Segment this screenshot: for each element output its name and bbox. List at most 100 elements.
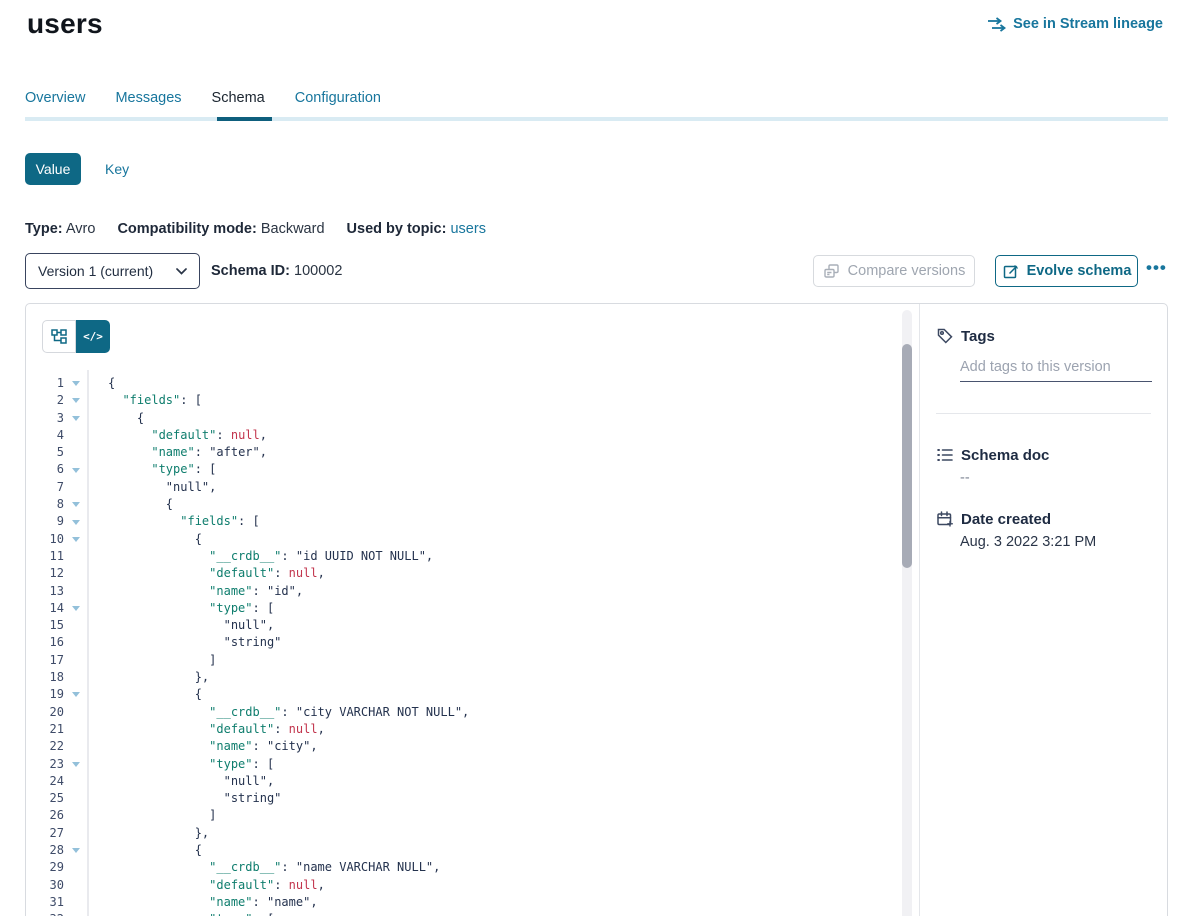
line-number: 32 (26, 911, 64, 916)
schema-doc-title: Schema doc (961, 447, 1049, 464)
key-toggle-button[interactable]: Key (105, 161, 129, 177)
used-by-topic-label: Used by topic: (347, 221, 447, 237)
stream-lineage-link[interactable]: See in Stream lineage (987, 16, 1163, 32)
list-icon (936, 446, 954, 464)
line-number: 25 (26, 790, 64, 807)
fold-toggle-icon[interactable] (72, 848, 80, 853)
line-number: 4 (26, 427, 64, 444)
line-number: 15 (26, 617, 64, 634)
code-text: }, (87, 825, 209, 842)
schema-doc-value: -- (960, 470, 1151, 486)
code-view-button[interactable]: </> (76, 320, 110, 353)
schema-panel: </> 1 {2 "fields": [ 3 {4 "default": null,… (25, 303, 1168, 916)
fold-toggle-icon[interactable] (72, 537, 80, 542)
line-number: 10 (26, 531, 64, 548)
schema-doc-section-header: Schema doc (936, 446, 1151, 464)
fold-toggle-icon[interactable] (72, 398, 80, 403)
schema-id-label: Schema ID: (211, 263, 290, 279)
line-number: 14 (26, 600, 64, 617)
code-view-icon: </> (83, 330, 103, 343)
tab-messages[interactable]: Messages (115, 90, 181, 118)
code-text: "__crdb__": "id UUID NOT NULL", (87, 548, 433, 565)
fold-toggle-icon[interactable] (72, 606, 80, 611)
code-text: "type": [ (87, 600, 274, 617)
line-number: 22 (26, 738, 64, 755)
code-text: { (87, 375, 115, 392)
line-number: 1 (26, 375, 64, 392)
line-number: 11 (26, 548, 64, 565)
code-text: ] (87, 807, 216, 824)
value-toggle-button[interactable]: Value (25, 153, 81, 185)
tab-underline (25, 117, 1168, 121)
evolve-schema-icon (1002, 263, 1019, 280)
code-scrollbar-thumb[interactable] (902, 344, 912, 568)
schema-meta: Type: Avro Compatibility mode: Backward … (25, 221, 504, 237)
code-text: "default": null, (87, 721, 325, 738)
date-created-title: Date created (961, 511, 1051, 528)
fold-toggle-icon[interactable] (72, 381, 80, 386)
line-number: 30 (26, 877, 64, 894)
line-number: 9 (26, 513, 64, 530)
add-tags-input[interactable] (960, 359, 1152, 382)
calendar-plus-icon (936, 510, 954, 528)
tab-bar: Overview Messages Schema Configuration (25, 90, 381, 118)
fold-toggle-icon[interactable] (72, 502, 80, 507)
fold-toggle-icon[interactable] (72, 762, 80, 767)
line-number: 24 (26, 773, 64, 790)
code-text: { (87, 842, 202, 859)
tags-section-header: Tags (936, 327, 1151, 345)
line-number: 29 (26, 859, 64, 876)
line-number: 17 (26, 652, 64, 669)
line-number: 7 (26, 479, 64, 496)
line-number: 16 (26, 634, 64, 651)
line-number: 5 (26, 444, 64, 461)
topic-link[interactable]: users (450, 221, 485, 237)
line-number: 12 (26, 565, 64, 582)
sidebar-divider (936, 413, 1151, 414)
more-options-button[interactable]: ••• (1146, 255, 1167, 281)
line-number: 3 (26, 410, 64, 427)
line-number: 13 (26, 583, 64, 600)
line-number: 18 (26, 669, 64, 686)
code-text: }, (87, 669, 209, 686)
code-text: "default": null, (87, 427, 267, 444)
fold-toggle-icon[interactable] (72, 468, 80, 473)
code-text: "name": "city", (87, 738, 318, 755)
compare-versions-button[interactable]: Compare versions (813, 255, 975, 287)
line-number: 26 (26, 807, 64, 824)
code-text: "null", (87, 479, 216, 496)
code-text: "string" (87, 790, 281, 807)
date-created-value: Aug. 3 2022 3:21 PM (960, 534, 1151, 550)
stream-lineage-icon (987, 17, 1006, 32)
line-number: 19 (26, 686, 64, 703)
code-text: "__crdb__": "name VARCHAR NULL", (87, 859, 440, 876)
chevron-down-icon (176, 268, 187, 275)
code-scrollbar-track[interactable] (902, 310, 912, 916)
active-tab-indicator (217, 117, 272, 121)
tree-view-icon (51, 329, 67, 344)
tab-configuration[interactable]: Configuration (295, 90, 381, 118)
code-text: "fields": [ (87, 513, 260, 530)
evolve-schema-button[interactable]: Evolve schema (995, 255, 1138, 287)
tree-view-button[interactable] (42, 320, 76, 353)
tab-overview[interactable]: Overview (25, 90, 85, 118)
fold-toggle-icon[interactable] (72, 692, 80, 697)
code-text: { (87, 686, 202, 703)
schema-part-toggle: Value Key (25, 153, 129, 185)
code-text: "name": "name", (87, 894, 318, 911)
version-select[interactable]: Version 1 (current) (25, 253, 200, 289)
compare-versions-icon (823, 263, 840, 279)
compatibility-value: Backward (261, 221, 325, 237)
tab-schema[interactable]: Schema (212, 90, 265, 118)
fold-toggle-icon[interactable] (72, 520, 80, 525)
code-text: "fields": [ (87, 392, 202, 409)
fold-toggle-icon[interactable] (72, 416, 80, 421)
line-number: 21 (26, 721, 64, 738)
code-text: { (87, 531, 202, 548)
code-text: "name": "id", (87, 583, 303, 600)
line-number: 6 (26, 461, 64, 478)
code-text: "default": null, (87, 877, 325, 894)
code-text: "null", (87, 617, 274, 634)
line-number: 2 (26, 392, 64, 409)
line-number: 27 (26, 825, 64, 842)
